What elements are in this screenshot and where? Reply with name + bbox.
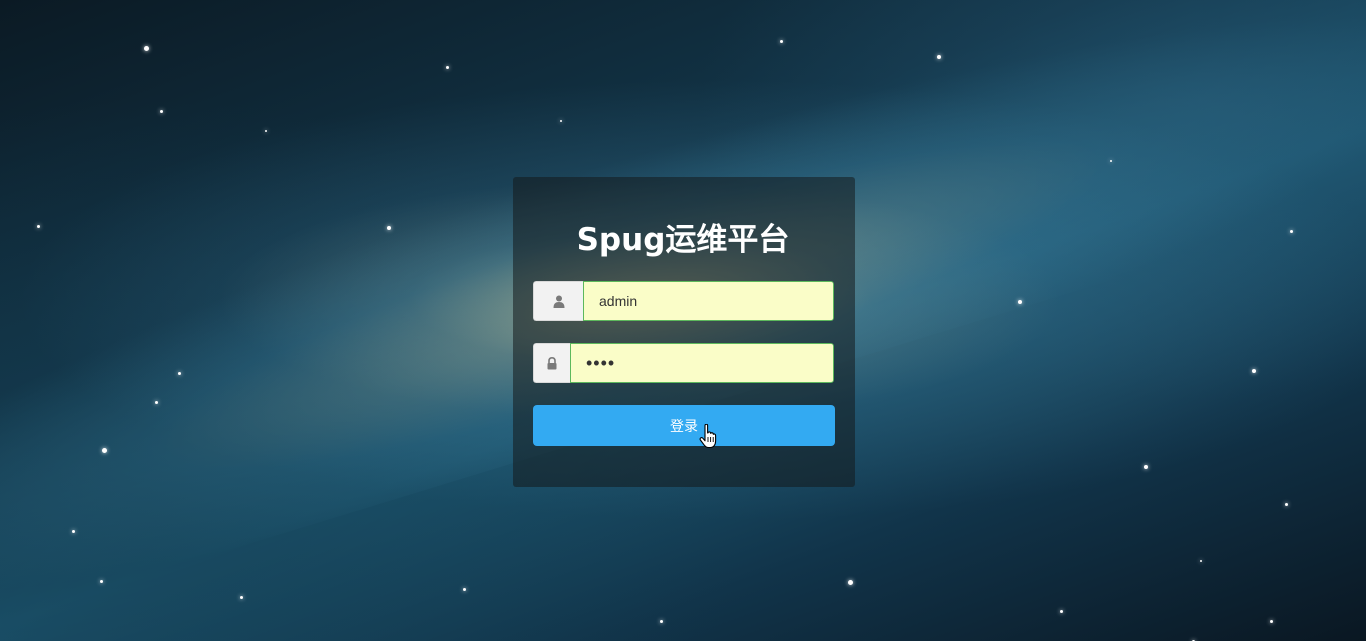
star	[463, 588, 466, 591]
star	[1060, 610, 1063, 613]
star	[178, 372, 181, 375]
star	[1110, 160, 1112, 162]
star	[155, 401, 158, 404]
username-input[interactable]	[583, 281, 834, 321]
lock-icon	[533, 343, 570, 383]
star	[1252, 369, 1256, 373]
star	[560, 120, 562, 122]
star	[1018, 300, 1022, 304]
star	[72, 530, 75, 533]
star	[780, 40, 783, 43]
username-field	[533, 281, 834, 321]
user-icon	[533, 281, 583, 321]
login-button[interactable]: 登录	[533, 405, 835, 446]
star	[446, 66, 449, 69]
star	[1200, 560, 1202, 562]
star	[660, 620, 663, 623]
star	[937, 55, 941, 59]
star	[100, 580, 103, 583]
star	[144, 46, 149, 51]
star	[102, 448, 107, 453]
star	[1144, 465, 1148, 469]
star	[1270, 620, 1273, 623]
lock-icon-glyph	[547, 356, 557, 369]
star	[240, 596, 243, 599]
password-input[interactable]	[570, 343, 834, 383]
star	[1285, 503, 1288, 506]
star	[160, 110, 163, 113]
user-icon-glyph	[553, 295, 564, 308]
star	[848, 580, 853, 585]
login-title: Spug运维平台	[576, 222, 790, 258]
star	[265, 130, 267, 132]
password-field	[533, 343, 834, 383]
